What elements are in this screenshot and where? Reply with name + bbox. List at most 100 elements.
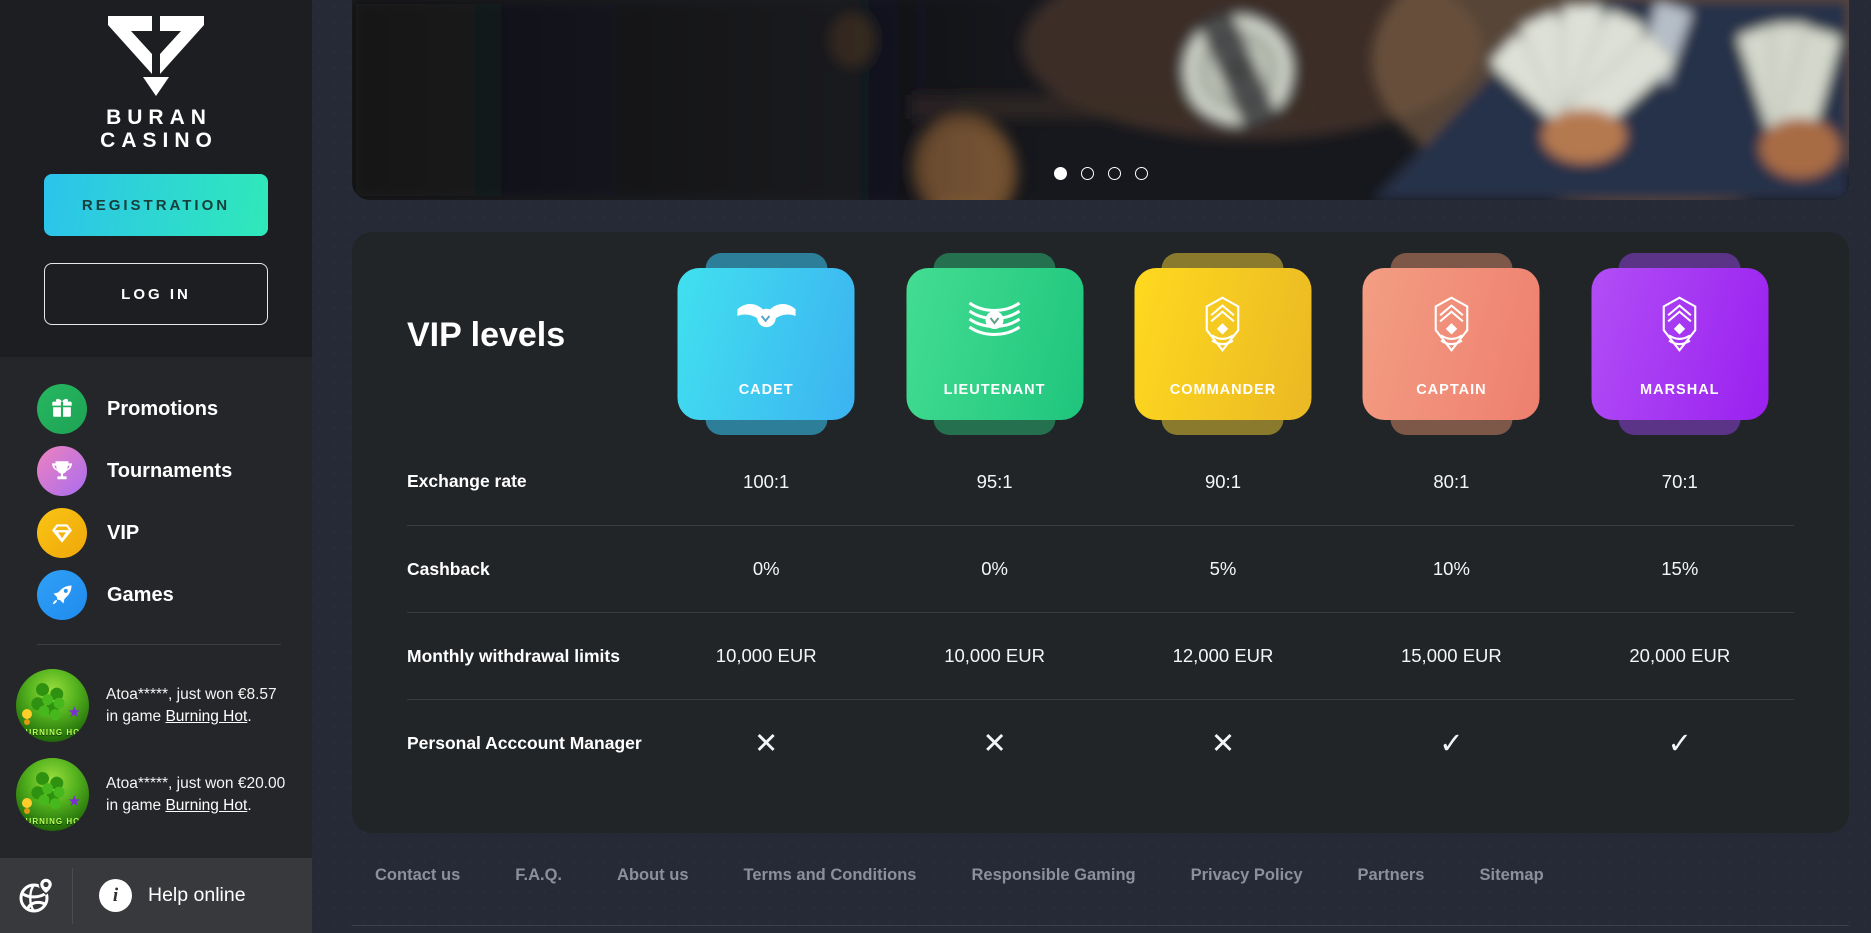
cross-icon: ✕: [652, 726, 880, 761]
vip-tier-card-cadet: CADET: [678, 268, 855, 420]
row-value: 70:1: [1566, 471, 1794, 493]
coin-art: [22, 709, 32, 719]
win-notification: ★ BURNING HOT Atoa*****, just won €8.57in …: [16, 669, 298, 742]
brand-line1: BURAN: [94, 106, 218, 129]
check-icon: ✓: [1566, 726, 1794, 761]
shield-chevron-icon: [1660, 268, 1700, 357]
registration-button[interactable]: REGISTRATION: [44, 174, 268, 236]
carousel-dot-4[interactable]: [1135, 167, 1148, 180]
carousel-dot-3[interactable]: [1108, 167, 1121, 180]
game-link[interactable]: Burning Hot: [165, 797, 247, 814]
game-thumb-title: BURNING HOT: [16, 728, 89, 737]
tier-card-face: LIEUTENANT: [906, 268, 1083, 420]
sidebar-item-label: Games: [107, 584, 174, 607]
brand-logo[interactable]: BURAN CASINO: [0, 14, 312, 152]
table-row: Exchange rate100:195:190:180:170:1: [407, 438, 1794, 525]
game-link[interactable]: Burning Hot: [165, 708, 247, 725]
sidebar-top-section: BURAN CASINO REGISTRATION LOG IN: [0, 0, 312, 357]
recent-wins-feed: ★BURNING HOTAtoa*****, just won €8.57in …: [0, 645, 312, 847]
footer-link-about-us[interactable]: About us: [617, 866, 689, 885]
help-online-button[interactable]: i Help online: [99, 879, 246, 912]
shield-chevron-icon: [1431, 268, 1471, 357]
row-value: 90:1: [1109, 471, 1337, 493]
footer-link-partners[interactable]: Partners: [1358, 866, 1425, 885]
footer-link-terms-and-conditions[interactable]: Terms and Conditions: [744, 866, 917, 885]
row-label: Exchange rate: [407, 471, 652, 492]
row-value: 20,000 EUR: [1566, 645, 1794, 667]
win-line2: in game Burning Hot.: [106, 706, 277, 728]
login-button[interactable]: LOG IN: [44, 263, 268, 325]
row-value: 12,000 EUR: [1109, 645, 1337, 667]
page-title: VIP levels: [407, 316, 652, 355]
win-line2: in game Burning Hot.: [106, 795, 285, 817]
tier-column: LIEUTENANT: [880, 232, 1108, 438]
help-online-label: Help online: [148, 884, 246, 907]
sergeant-stripes-icon: [967, 268, 1023, 347]
row-value: 10,000 EUR: [880, 645, 1108, 667]
vip-tier-card-lieutenant: LIEUTENANT: [906, 268, 1083, 420]
vip-table: Exchange rate100:195:190:180:170:1 Cashba…: [407, 438, 1794, 786]
carousel-dots: [352, 167, 1849, 180]
shield-chevron-icon: [1203, 268, 1243, 357]
star-art: ★: [68, 703, 81, 721]
table-row: Personal Acccount Manager✕✕✕✓✓: [407, 699, 1794, 786]
table-row: Monthly withdrawal limits10,000 EUR10,00…: [407, 612, 1794, 699]
gift-icon: [37, 384, 87, 434]
vip-tier-card-marshal: MARSHAL: [1591, 268, 1768, 420]
game-thumbnail[interactable]: ★ BURNING HOT: [16, 758, 89, 831]
row-value: 15,000 EUR: [1337, 645, 1565, 667]
app-root: BURAN CASINO REGISTRATION LOG IN Promoti…: [0, 0, 1871, 933]
check-icon: ✓: [1337, 726, 1565, 761]
cross-icon: ✕: [880, 726, 1108, 761]
vip-levels-card: VIP levels CADET LIEUTENANT COMMANDER CAPTA…: [352, 232, 1849, 833]
game-thumbnail[interactable]: ★ BURNING HOT: [16, 669, 89, 742]
footer-link-contact-us[interactable]: Contact us: [375, 866, 460, 885]
sidebar-item-tournaments[interactable]: Tournaments: [37, 446, 312, 496]
win-line1: Atoa*****, just won €8.57: [106, 684, 277, 706]
tier-name: COMMANDER: [1170, 382, 1276, 398]
row-value: 0%: [880, 558, 1108, 580]
row-label: Cashback: [407, 559, 652, 580]
win-text: Atoa*****, just won €20.00in game Burnin…: [106, 773, 285, 817]
carousel-dot-1[interactable]: [1054, 167, 1067, 180]
globe-pin-icon: [15, 875, 57, 917]
game-thumb-title: BURNING HOT: [16, 817, 89, 826]
row-value: 80:1: [1337, 471, 1565, 493]
tier-name: CADET: [739, 382, 794, 398]
star-art: ★: [68, 792, 81, 810]
footer-link-privacy-policy[interactable]: Privacy Policy: [1191, 866, 1303, 885]
footer-link-sitemap[interactable]: Sitemap: [1479, 866, 1543, 885]
sidebar: BURAN CASINO REGISTRATION LOG IN Promoti…: [0, 0, 312, 933]
sidebar-item-label: VIP: [107, 522, 139, 545]
sidebar-item-games[interactable]: Games: [37, 570, 312, 620]
tier-card-face: CADET: [678, 268, 855, 420]
tier-header-row: VIP levels CADET LIEUTENANT COMMANDER CAPTA…: [407, 232, 1794, 438]
carousel-dot-2[interactable]: [1081, 167, 1094, 180]
tier-name: CAPTAIN: [1416, 382, 1486, 398]
footer-link-f-a-q-[interactable]: F.A.Q.: [515, 866, 562, 885]
tier-name: LIEUTENANT: [944, 382, 1046, 398]
trophy-icon: [37, 446, 87, 496]
sidebar-item-label: Tournaments: [107, 460, 232, 483]
sidebar-item-vip[interactable]: VIP: [37, 508, 312, 558]
rocket-icon: [37, 570, 87, 620]
table-row: Cashback0%0%5%10%15%: [407, 525, 1794, 612]
language-selector[interactable]: [0, 875, 72, 917]
tier-column: CAPTAIN: [1337, 232, 1565, 438]
row-value: 100:1: [652, 471, 880, 493]
row-value: 15%: [1566, 558, 1794, 580]
clover-art: [34, 681, 50, 697]
info-icon: i: [99, 879, 132, 912]
footer: Contact us F.A.Q. About us Terms and Condit…: [352, 851, 1849, 926]
bc-monogram-icon: [95, 14, 217, 98]
tier-card-face: CAPTAIN: [1363, 268, 1540, 420]
cross-icon: ✕: [1109, 726, 1337, 761]
row-value: 0%: [652, 558, 880, 580]
diamond-icon: [37, 508, 87, 558]
footer-link-responsible-gaming[interactable]: Responsible Gaming: [971, 866, 1135, 885]
row-value: 10,000 EUR: [652, 645, 880, 667]
tier-column: COMMANDER: [1109, 232, 1337, 438]
cadet-wings-icon: [735, 268, 797, 343]
sidebar-item-promotions[interactable]: Promotions: [37, 384, 312, 434]
vertical-divider: [72, 868, 73, 924]
